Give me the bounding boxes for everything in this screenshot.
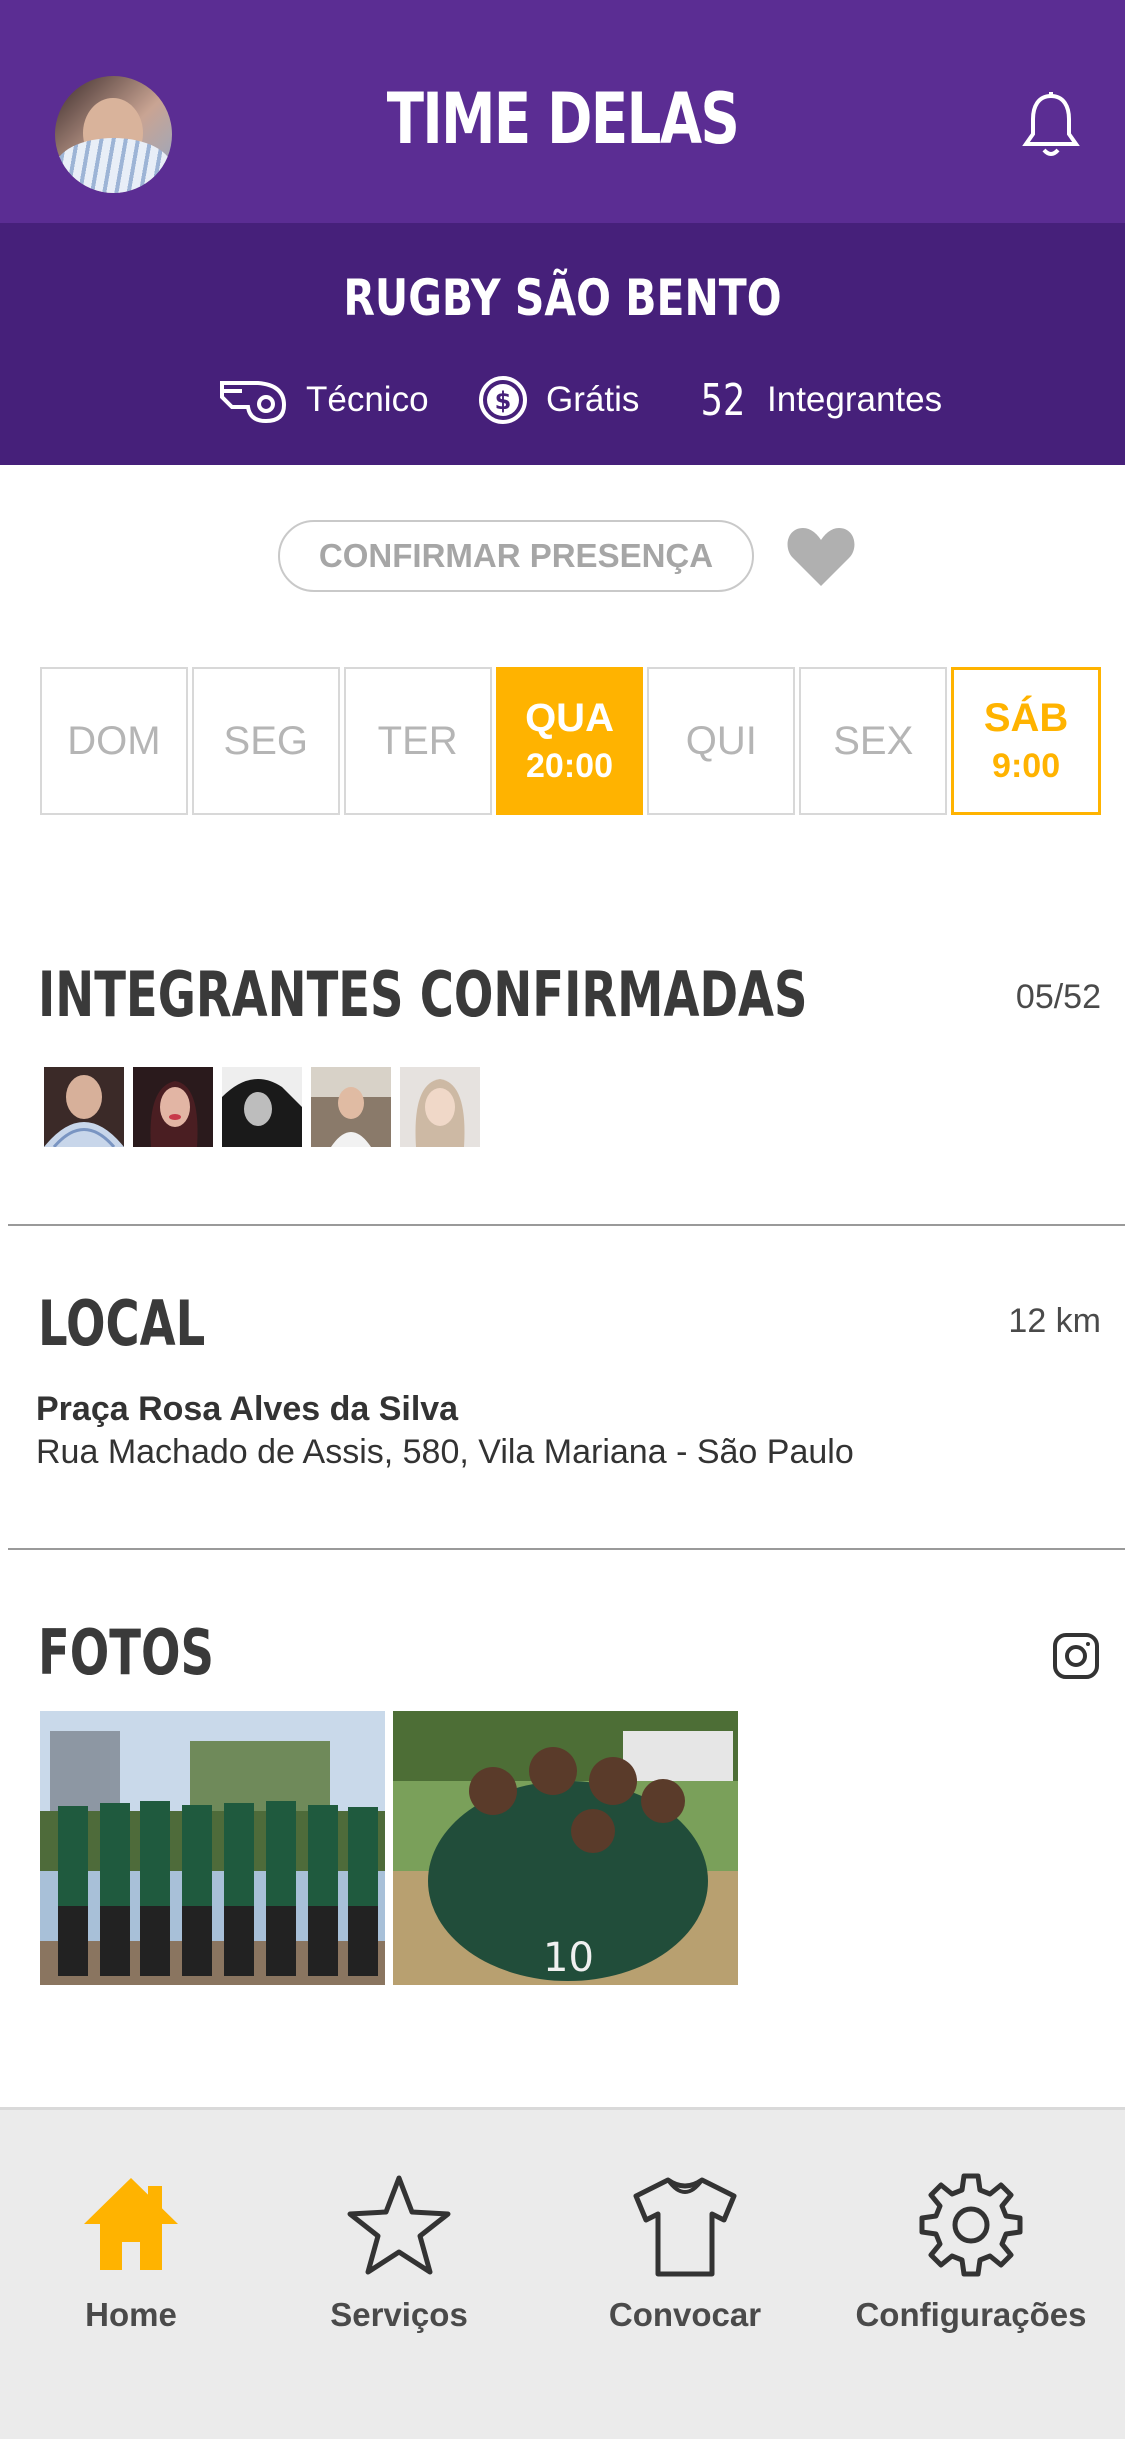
confirmed-count: 05/52 xyxy=(1015,978,1101,1016)
bell-icon[interactable] xyxy=(1020,90,1082,160)
tab-home-label: Home xyxy=(85,2296,177,2333)
member-avatar[interactable] xyxy=(133,1067,213,1147)
location-address[interactable]: Rua Machado de Assis, 580, Vila Mariana … xyxy=(36,1433,854,1472)
team-photo[interactable]: 10 xyxy=(393,1711,738,1985)
day-friday[interactable]: SEX xyxy=(799,667,948,815)
confirm-presence-button[interactable]: CONFIRMAR PRESENÇA xyxy=(278,520,754,592)
photos-title: FOTOS xyxy=(38,1616,215,1689)
heart-icon[interactable] xyxy=(785,524,857,588)
tab-settings[interactable]: Configurações xyxy=(851,2170,1091,2334)
home-icon xyxy=(84,2178,178,2270)
team-header: RUGBY SÃO BENTO Técnico $ Grátis 52 Inte… xyxy=(0,223,1125,465)
tab-services[interactable]: Serviços xyxy=(279,2170,519,2334)
members-count: 52 xyxy=(700,374,746,426)
svg-text:10: 10 xyxy=(543,1935,594,1981)
day-label: SEX xyxy=(833,718,914,763)
day-wednesday[interactable]: QUA 20:00 xyxy=(495,667,644,815)
day-time: 20:00 xyxy=(526,747,613,785)
members-info: 52 Integrantes xyxy=(695,370,943,430)
day-label: SEG xyxy=(223,718,309,763)
dollar-coin-icon: $ xyxy=(479,376,527,424)
day-label: DOM xyxy=(67,718,161,763)
price-label: Grátis xyxy=(546,380,640,419)
app-header: TIME DELAS xyxy=(0,0,1125,223)
member-avatar[interactable] xyxy=(222,1067,302,1147)
shirt-icon xyxy=(633,2177,737,2277)
tab-home[interactable]: Home xyxy=(11,2170,251,2334)
confirmed-members-list xyxy=(44,1067,480,1147)
location-name[interactable]: Praça Rosa Alves da Silva xyxy=(36,1390,458,1429)
member-avatar[interactable] xyxy=(311,1067,391,1147)
day-thursday[interactable]: QUI xyxy=(647,667,796,815)
confirmed-title: INTEGRANTES CONFIRMADAS xyxy=(38,958,808,1031)
member-avatar[interactable] xyxy=(400,1067,480,1147)
app-title: TIME DELAS xyxy=(386,78,740,160)
day-saturday[interactable]: SÁB 9:00 xyxy=(951,667,1102,815)
whistle-icon xyxy=(220,381,287,424)
instagram-icon[interactable] xyxy=(1052,1632,1100,1680)
tab-call-label: Convocar xyxy=(608,2296,762,2333)
tab-call[interactable]: Convocar xyxy=(565,2170,805,2334)
members-label: Integrantes xyxy=(767,380,943,419)
coach-label: Técnico xyxy=(306,380,429,419)
day-monday[interactable]: SEG xyxy=(191,667,340,815)
location-distance: 12 km xyxy=(1008,1302,1101,1340)
member-avatar[interactable] xyxy=(44,1067,124,1147)
coach-info: Técnico xyxy=(218,370,429,430)
gear-icon xyxy=(919,2173,1023,2277)
day-label: QUA xyxy=(525,696,614,740)
day-time: 9:00 xyxy=(992,747,1061,785)
team-photo[interactable] xyxy=(40,1711,385,1985)
team-name: RUGBY SÃO BENTO xyxy=(343,269,782,327)
svg-text:$: $ xyxy=(495,387,512,415)
price-info: $ Grátis xyxy=(478,370,639,430)
section-divider xyxy=(8,1224,1125,1226)
bottom-tab-bar: Home Serviços Convocar Configurações xyxy=(0,2107,1125,2439)
section-divider xyxy=(8,1548,1125,1550)
location-title: LOCAL xyxy=(38,1287,206,1360)
tab-settings-label: Configurações xyxy=(855,2296,1087,2333)
weekday-selector: DOM SEG TER QUA 20:00 QUI SEX SÁB 9:00 xyxy=(40,667,1102,815)
day-label: TER xyxy=(377,718,458,763)
day-tuesday[interactable]: TER xyxy=(343,667,492,815)
day-label: QUI xyxy=(685,718,757,763)
day-sunday[interactable]: DOM xyxy=(40,667,188,815)
day-label: SÁB xyxy=(983,696,1069,740)
star-icon xyxy=(347,2175,451,2275)
tab-services-label: Serviços xyxy=(330,2296,468,2333)
